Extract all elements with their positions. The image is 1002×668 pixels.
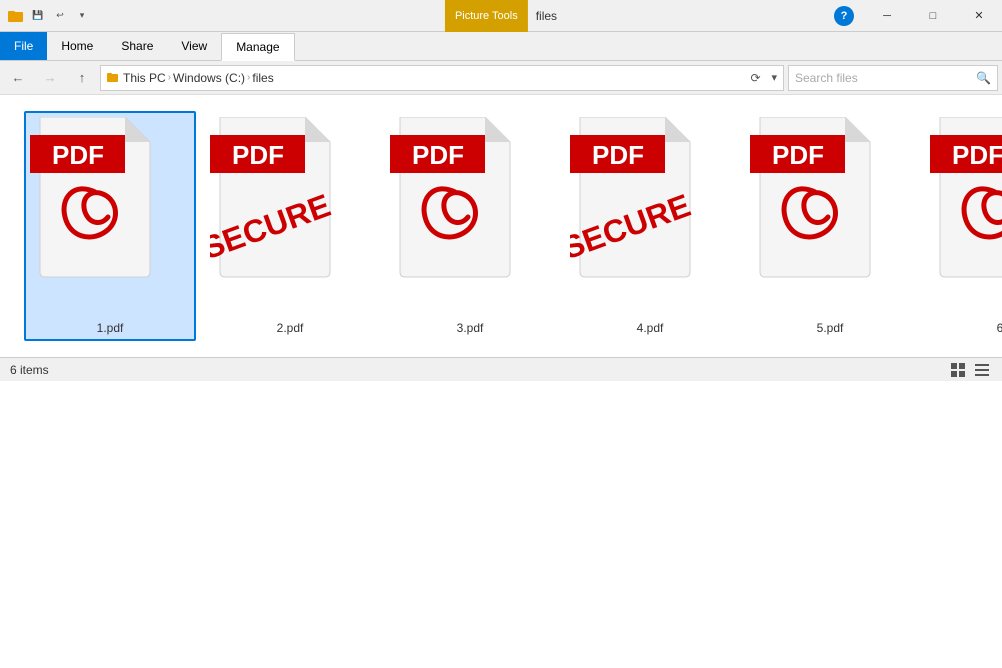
file-item-6[interactable]: PDF 6.pdf	[924, 111, 1002, 341]
path-windows-c: Windows (C:)	[173, 71, 245, 85]
tab-file[interactable]: File	[0, 32, 47, 60]
picture-tools-tab[interactable]: Picture Tools	[445, 0, 528, 32]
search-box[interactable]: Search files 🔍	[788, 65, 998, 91]
path-files: files	[252, 71, 273, 85]
file-item-5[interactable]: PDF 5.pdf	[744, 111, 916, 341]
title-bar-left: 💾 ↩ ▾	[0, 6, 100, 26]
up-button[interactable]: ↑	[68, 65, 96, 91]
title-bar: 💾 ↩ ▾ Picture Tools files ? ─ □ ✕	[0, 0, 1002, 32]
file-item-2[interactable]: PDFSECURE 2.pdf	[204, 111, 376, 341]
svg-text:PDF: PDF	[52, 140, 104, 170]
file-label-4: 4.pdf	[637, 321, 664, 335]
title-bar-controls: ? ─ □ ✕	[834, 0, 1002, 32]
refresh-button[interactable]: ⟳	[743, 66, 767, 90]
tab-view[interactable]: View	[167, 32, 221, 60]
search-placeholder: Search files	[795, 71, 858, 85]
address-bar[interactable]: This PC › Windows (C:) › files ⟳ ▾	[100, 65, 784, 91]
details-view-btn[interactable]	[972, 360, 992, 380]
file-label-1: 1.pdf	[97, 321, 124, 335]
svg-text:PDF: PDF	[412, 140, 464, 170]
svg-text:PDF: PDF	[592, 140, 644, 170]
file-item-1[interactable]: PDF 1.pdf	[24, 111, 196, 341]
svg-text:PDF: PDF	[952, 140, 1002, 170]
quick-access-toolbar: 💾 ↩ ▾	[28, 6, 92, 26]
address-path: This PC › Windows (C:) › files	[123, 71, 274, 85]
undo-quick-btn[interactable]: ↩	[50, 6, 70, 26]
pdf-icon-1: PDF	[30, 117, 190, 317]
help-button[interactable]: ?	[834, 6, 854, 26]
back-button[interactable]: ←	[4, 65, 32, 91]
view-controls	[948, 360, 992, 380]
window-title: files	[536, 9, 557, 23]
file-item-4[interactable]: PDFSECURE 4.pdf	[564, 111, 736, 341]
path-sep-1: ›	[168, 72, 171, 83]
file-label-6: 6.pdf	[997, 321, 1002, 335]
pdf-icon-3: PDF	[390, 117, 550, 317]
pdf-icon-5: PDF	[750, 117, 910, 317]
pdf-icon-2: PDFSECURE	[210, 117, 370, 317]
folder-icon	[8, 8, 24, 24]
file-label-3: 3.pdf	[457, 321, 484, 335]
minimize-button[interactable]: ─	[864, 0, 910, 32]
status-bar: 6 items	[0, 357, 1002, 381]
path-sep-2: ›	[247, 72, 250, 83]
tab-share[interactable]: Share	[107, 32, 167, 60]
path-this-pc: This PC	[123, 71, 166, 85]
pdf-icon-4: PDFSECURE	[570, 117, 730, 317]
tab-home[interactable]: Home	[47, 32, 107, 60]
address-dropdown[interactable]: ▾	[771, 71, 777, 84]
nav-bar: ← → ↑ This PC › Windows (C:) › files ⟳ ▾…	[0, 61, 1002, 95]
ribbon: File Home Share View Manage	[0, 32, 1002, 61]
title-bar-center: Picture Tools files	[445, 0, 557, 32]
tab-manage[interactable]: Manage	[221, 33, 294, 61]
ribbon-tabs: File Home Share View Manage	[0, 32, 1002, 60]
search-icon: 🔍	[976, 71, 991, 85]
svg-text:PDF: PDF	[772, 140, 824, 170]
file-grid: PDF 1.pdf PDFSECURE 2.pdf PDF 3.pdf PDFSECURE 4…	[0, 95, 1002, 357]
main-area: PDF 1.pdf PDFSECURE 2.pdf PDF 3.pdf PDFSECURE 4…	[0, 95, 1002, 357]
maximize-button[interactable]: □	[910, 0, 956, 32]
close-button[interactable]: ✕	[956, 0, 1002, 32]
item-count: 6 items	[10, 363, 49, 377]
folder-small-icon	[107, 72, 119, 84]
dropdown-quick-btn[interactable]: ▾	[72, 6, 92, 26]
forward-button[interactable]: →	[36, 65, 64, 91]
pdf-icon-6: PDF	[930, 117, 1002, 317]
file-label-5: 5.pdf	[817, 321, 844, 335]
file-label-2: 2.pdf	[277, 321, 304, 335]
large-icons-view-btn[interactable]	[948, 360, 968, 380]
file-item-3[interactable]: PDF 3.pdf	[384, 111, 556, 341]
svg-text:PDF: PDF	[232, 140, 284, 170]
save-quick-btn[interactable]: 💾	[28, 6, 48, 26]
